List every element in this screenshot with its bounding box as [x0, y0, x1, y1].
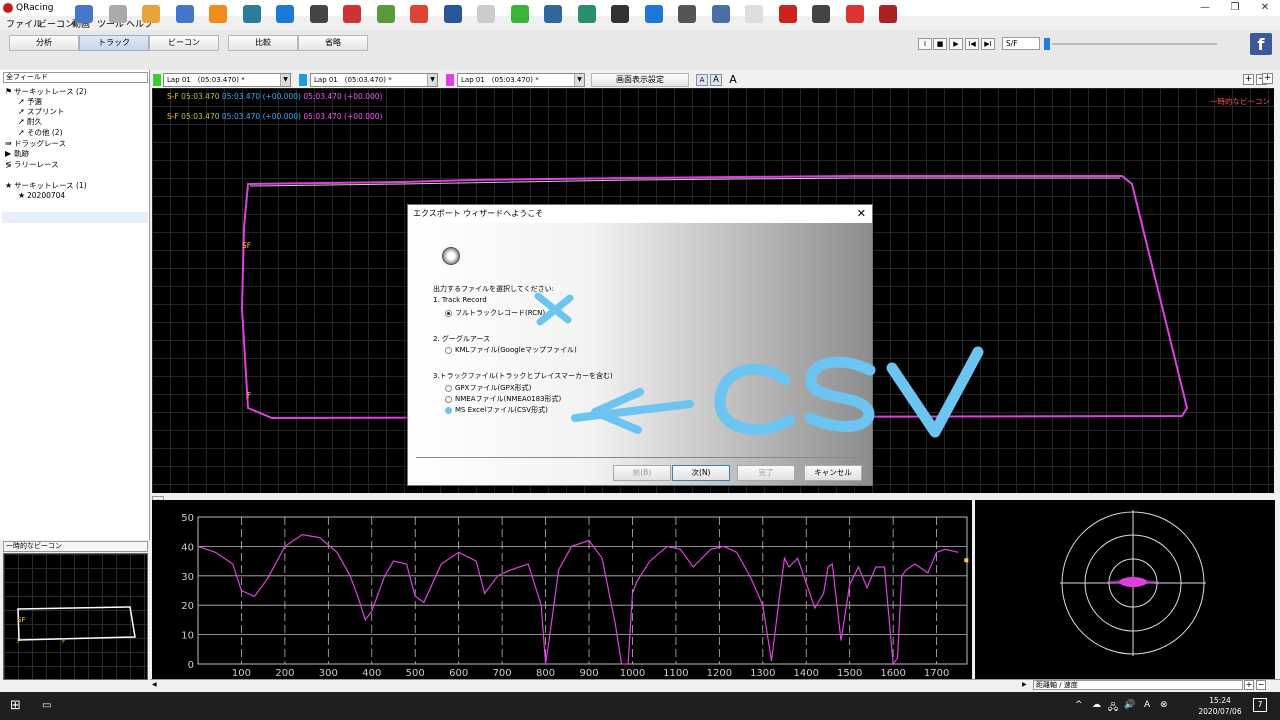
status-icon[interactable]: ⊗	[1160, 700, 1168, 710]
photos-icon[interactable]	[142, 5, 160, 23]
app-icon[interactable]	[711, 5, 730, 23]
folder-icon[interactable]	[309, 5, 328, 23]
terminal-icon[interactable]	[242, 5, 261, 23]
tray-up-icon[interactable]: ^	[1075, 700, 1083, 710]
handwritten-annotation	[534, 292, 984, 438]
qracing-taskbar-icon[interactable]	[879, 5, 897, 23]
mail-icon[interactable]	[544, 5, 562, 23]
shop-icon[interactable]	[343, 5, 361, 23]
ime-icon[interactable]: A	[1144, 700, 1150, 710]
media-icon[interactable]	[745, 5, 763, 23]
volume-icon[interactable]: 🔊	[1124, 700, 1135, 710]
line-icon[interactable]	[510, 5, 529, 23]
shield-icon[interactable]	[376, 5, 395, 23]
clock-date: 2020/07/06	[1198, 707, 1242, 716]
sync-icon[interactable]	[812, 5, 830, 23]
word-icon[interactable]	[443, 5, 462, 23]
camera-icon[interactable]	[678, 5, 696, 23]
control-icon[interactable]	[175, 5, 194, 23]
target-icon[interactable]	[845, 5, 864, 23]
skype-icon[interactable]	[611, 5, 629, 23]
taskbar	[0, 692, 1280, 720]
store-icon[interactable]	[577, 5, 596, 23]
paint-icon[interactable]	[108, 5, 127, 23]
clock-time: 15:24	[1209, 696, 1231, 705]
notification-icon[interactable]: 7	[1253, 698, 1267, 712]
edge-icon[interactable]	[644, 5, 663, 23]
vlc-icon[interactable]	[209, 5, 227, 23]
ie-icon[interactable]	[276, 5, 294, 23]
task-view-icon[interactable]: ▭	[42, 700, 56, 712]
file-icon[interactable]	[477, 5, 495, 23]
network-icon[interactable]: 🖧	[1108, 700, 1118, 716]
cloud-icon[interactable]: ☁	[1092, 700, 1101, 710]
record-icon[interactable]	[778, 5, 797, 23]
windows-start-icon[interactable]: ⊞	[10, 699, 23, 712]
outlook-icon[interactable]	[75, 5, 93, 23]
clock[interactable]: 15:24 2020/07/06	[1196, 695, 1244, 717]
chrome-icon[interactable]	[410, 5, 428, 23]
